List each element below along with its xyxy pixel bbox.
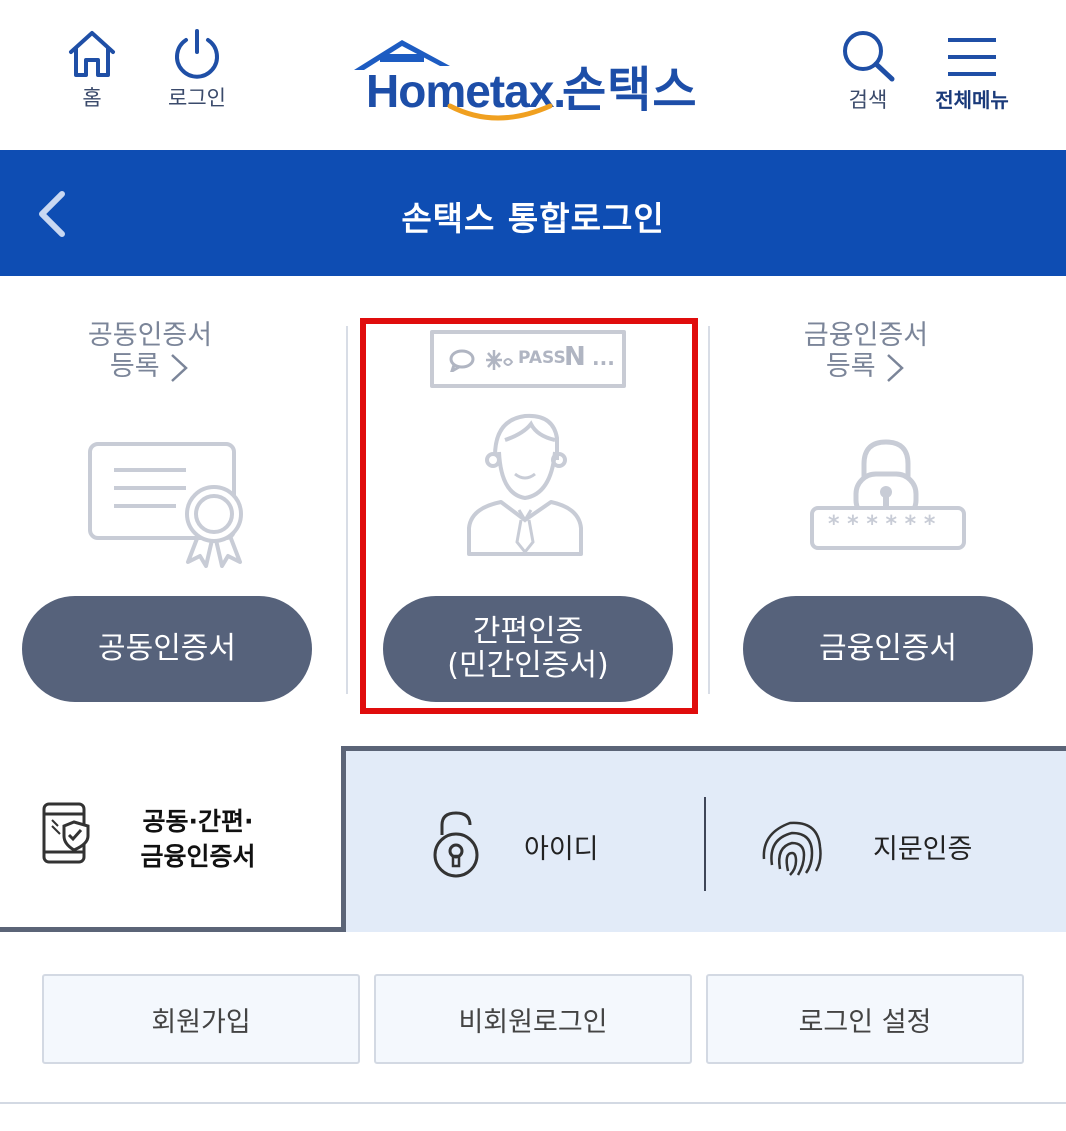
join-button[interactable]: 회원가입 [42,974,360,1064]
column-divider [708,326,710,694]
login-setting-button[interactable]: 로그인 설정 [706,974,1024,1064]
home-button[interactable]: 홈 [56,28,128,112]
logo-korean: 손택스 [562,62,698,118]
tab-fingerprint-label: 지문인증 [873,834,973,865]
fingerprint-icon [762,821,822,876]
financial-cert-register-link[interactable]: 금융인증서 등록 [716,320,1016,384]
tab-id-label: 아이디 [524,834,599,865]
menu-label: 전체메뉴 [935,88,1009,112]
chevron-right-icon [171,353,188,382]
joint-cert-button[interactable]: 공동인증서 [22,596,312,702]
login-label: 로그인 [168,86,226,110]
password-mask: * * * * * * [828,512,936,537]
tab-id[interactable]: 아이디 [346,751,706,932]
padlock-icon [810,439,966,550]
top-header: 홈 로그인 Hometax. 손택스 검색 전체메뉴 [0,0,1066,150]
column-divider [346,326,348,694]
bottom-divider [0,1102,1066,1104]
home-icon [69,31,115,77]
other-tabs: 아이디 지문인증 [346,746,1066,932]
hamburger-menu-icon [948,38,996,76]
home-label: 홈 [82,86,102,110]
simple-auth-highlight-box [360,318,698,714]
search-button[interactable]: 검색 [826,28,910,114]
financial-cert-column: 금융인증서 등록 * * * * * * 금융인증서 [716,300,1056,720]
tab-fingerprint[interactable]: 지문인증 [708,751,1066,932]
certificate-icon [88,442,243,568]
hometax-logo[interactable]: Hometax. 손택스 [350,36,710,126]
login-method-tabs: 공동·간편· 금융인증서 아이디 지문인증 [0,746,1066,932]
login-button[interactable]: 로그인 [155,28,239,112]
register-line1: 금융인증서 [803,320,929,351]
mobile-shield-icon [42,802,90,864]
tab-certificates-label: 공동·간편· 금융인증서 [140,807,256,871]
financial-cert-button[interactable]: 금융인증서 [743,596,1033,702]
register-line2: 등록 [0,351,300,384]
guest-login-button[interactable]: 비회원로그인 [374,974,692,1064]
title-bar: 손택스 통합로그인 [0,150,1066,276]
joint-cert-register-link[interactable]: 공동인증서 등록 [0,320,300,384]
register-line2: 등록 [716,351,1016,384]
logo-swoosh [447,103,553,121]
search-icon [843,31,895,82]
page-title: 손택스 통합로그인 [401,199,665,238]
tab-certificates[interactable]: 공동·간편· 금융인증서 [0,746,346,932]
all-menu-button[interactable]: 전체메뉴 [920,36,1024,113]
register-line1: 공동인증서 [87,320,213,351]
search-label: 검색 [848,88,888,112]
lock-icon [433,811,479,878]
chevron-right-icon [887,353,904,382]
power-icon [175,29,219,79]
tab-separator [704,797,706,891]
joint-cert-column: 공동인증서 등록 공동인증서 [0,300,340,720]
